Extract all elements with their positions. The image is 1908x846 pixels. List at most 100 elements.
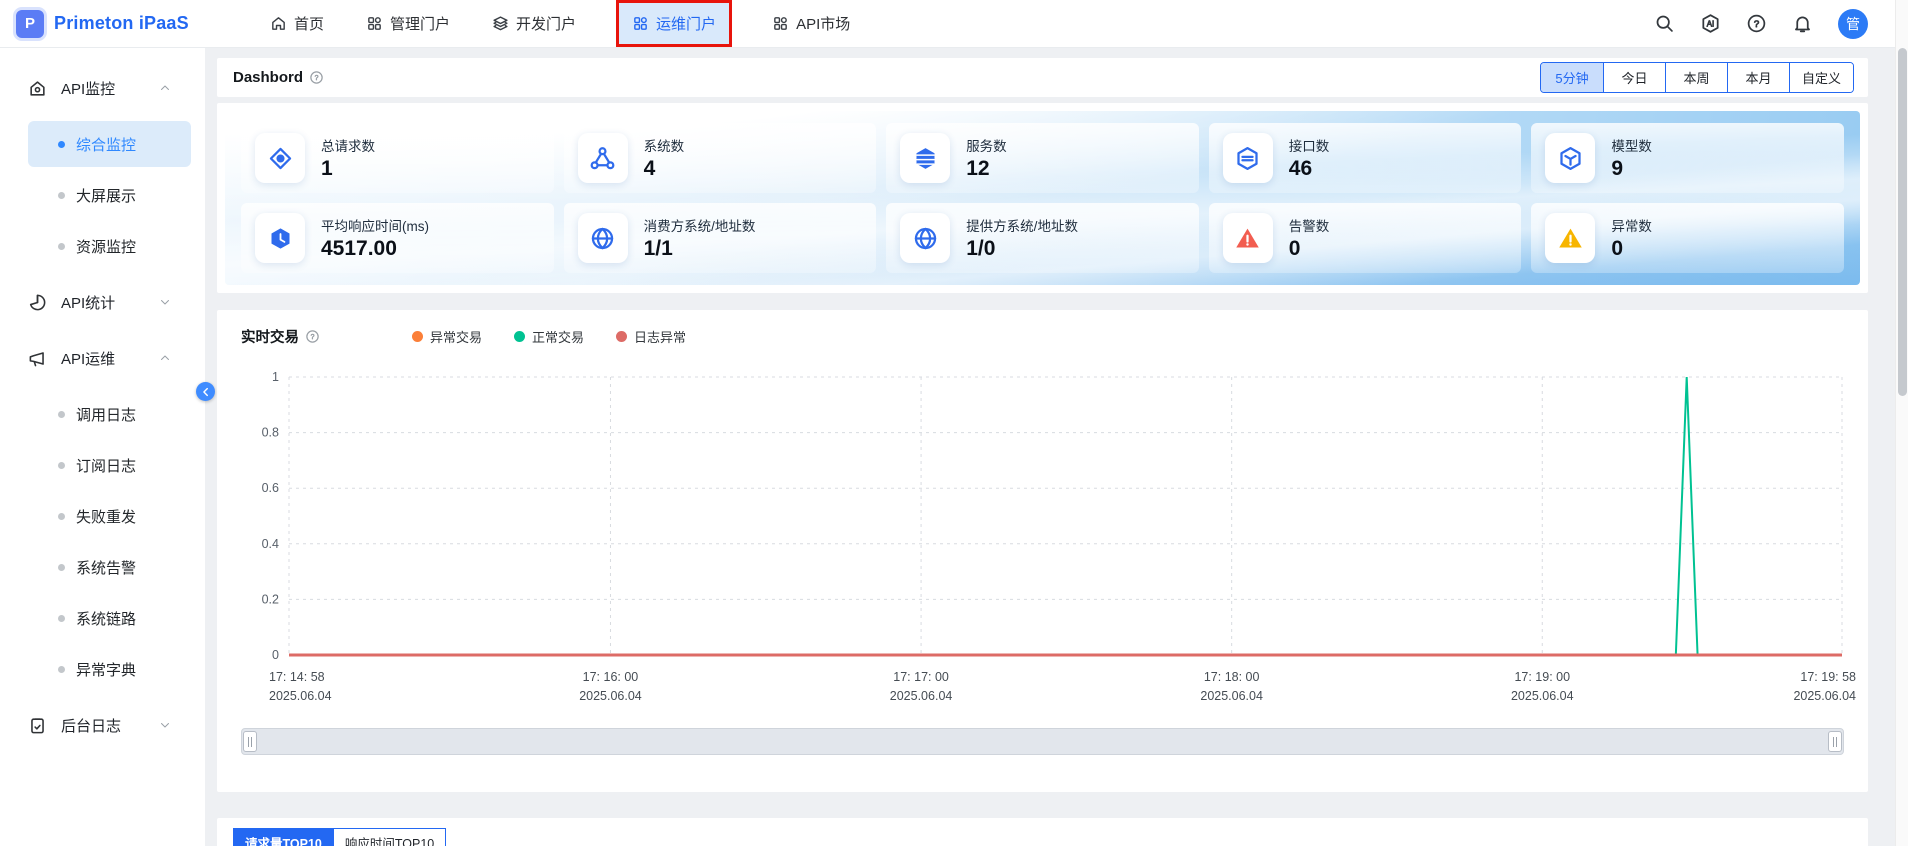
sidebar-item-resource-monitor[interactable]: 资源监控 [28, 223, 191, 269]
tab-response-top10[interactable]: 响应时间TOP10 [332, 828, 447, 846]
sidebar-collapse-toggle[interactable] [196, 382, 215, 401]
time-range-5[interactable]: 自定义 [1788, 63, 1853, 92]
x-axis-time-label: 17: 17: 00 [893, 670, 949, 684]
globe-icon [912, 225, 939, 252]
stat-value: 46 [1288, 157, 1313, 180]
datazoom-left-handle[interactable] [243, 731, 257, 752]
datazoom-slider[interactable] [241, 728, 1844, 755]
stat-icon-tile [577, 213, 628, 263]
bullet-dot-icon [58, 665, 65, 673]
sidebar-item-label: 失败重发 [76, 508, 137, 526]
stat-value: 4517.00 [321, 237, 397, 260]
sidebar-item-invoke-logs[interactable]: 调用日志 [28, 391, 191, 437]
bullet-dot-icon [58, 512, 65, 520]
search-icon[interactable] [1654, 13, 1675, 34]
nav-item-ops-portal[interactable]: 运维门户 [616, 0, 733, 47]
bullet-dot-icon [58, 563, 65, 571]
time-range-2[interactable]: 今日 [1602, 63, 1665, 92]
sidebar-item-subscribe-logs[interactable]: 订阅日志 [28, 442, 191, 488]
x-axis-date-label: 2025.06.04 [890, 689, 953, 703]
stat-card: 告警数 0 [1208, 203, 1522, 273]
legend-item-3[interactable]: 日志异常 [616, 327, 686, 346]
stat-text: 平均响应时间(ms) 4517.00 [321, 215, 429, 261]
nav-item-api-market[interactable]: API市场 [770, 0, 852, 47]
sidebar: API监控综合监控大屏展示资源监控 API统计 API运维调用日志订阅日志失败重发系… [0, 48, 205, 846]
stat-text: 异常数 0 [1611, 215, 1652, 261]
help-icon[interactable]: ? [1746, 13, 1767, 34]
clipboard-icon [28, 716, 47, 735]
page-scrollbar-track[interactable] [1895, 0, 1908, 846]
question-circle-icon[interactable]: ? [309, 70, 324, 85]
stat-icon-tile [1545, 133, 1596, 183]
chart-title: 实时交易 [241, 330, 299, 346]
requests-icon [267, 145, 294, 172]
stat-value: 1/1 [643, 237, 673, 260]
sidebar-item-system-alerts[interactable]: 系统告警 [28, 544, 191, 590]
nav-item-dev-portal[interactable]: 开发门户 [490, 0, 578, 47]
stat-value: 1 [321, 157, 333, 180]
time-range-3[interactable]: 本周 [1664, 63, 1727, 92]
sidebar-item-label: 异常字典 [76, 661, 137, 679]
sidebar-item-label: 订阅日志 [76, 457, 137, 475]
avatar[interactable]: 管 [1838, 8, 1868, 39]
top10-panel: 请求量TOP10 响应时间TOP10 [217, 818, 1868, 846]
sidebar-group-label: 后台日志 [61, 717, 122, 735]
stat-label: 接口数 [1288, 139, 1330, 154]
sidebar-group-backend-logs[interactable]: 后台日志 [0, 697, 205, 753]
stat-card: 服务数 12 [886, 123, 1199, 193]
interfaces-icon [1234, 145, 1261, 172]
sidebar-item-system-links[interactable]: 系统链路 [28, 595, 191, 641]
bullet-dot-icon [58, 461, 65, 469]
nav-item-admin-portal[interactable]: 管理门户 [364, 0, 452, 47]
sidebar-item-exception-dict[interactable]: 异常字典 [28, 646, 191, 692]
megaphone-icon [28, 349, 47, 368]
sidebar-item-label: 资源监控 [76, 238, 137, 256]
sidebar-item-label: 调用日志 [76, 406, 137, 424]
svg-text:?: ? [311, 334, 315, 341]
x-axis-date-label: 2025.06.04 [1793, 689, 1856, 703]
sidebar-item-failed-retry[interactable]: 失败重发 [28, 493, 191, 539]
nav-item-home[interactable]: 首页 [268, 0, 326, 47]
sidebar-group-api-ops[interactable]: API运维 [0, 330, 205, 386]
line-chart: 0 0.2 0.4 0.6 0.8 1 17: 14: 58 2025.06.04 17: 16… [227, 365, 1858, 720]
legend-item-2[interactable]: 正常交易 [514, 327, 584, 346]
page-scrollbar-thumb[interactable] [1898, 48, 1907, 396]
stat-text: 服务数 12 [966, 135, 1007, 181]
x-axis-time-label: 17: 19: 00 [1514, 670, 1570, 684]
brand-logo[interactable]: P Primeton iPaaS [0, 9, 226, 38]
sidebar-item-label: 系统链路 [76, 610, 137, 628]
nav-item-label: 开发门户 [516, 16, 577, 33]
sidebar-group-api-monitor[interactable]: API监控 [0, 60, 205, 116]
sidebar-item-label: 系统告警 [76, 559, 137, 577]
stat-value: 1/0 [966, 237, 996, 260]
stat-label: 系统数 [643, 139, 685, 154]
response-time-icon [267, 225, 294, 252]
sidebar-item-big-screen[interactable]: 大屏展示 [28, 172, 191, 218]
ai-icon[interactable]: AI [1700, 13, 1721, 34]
stat-icon-tile [255, 213, 305, 263]
x-axis-time-label: 17: 14: 58 [269, 670, 325, 684]
bell-icon[interactable] [1792, 13, 1813, 34]
datazoom-right-handle[interactable] [1828, 731, 1842, 752]
legend-item-1[interactable]: 异常交易 [412, 327, 482, 346]
stat-card: 提供方系统/地址数 1/0 [886, 203, 1199, 273]
legend-dot-icon [514, 331, 526, 342]
chevron-left-icon [201, 387, 211, 397]
stat-text: 总请求数 1 [321, 135, 375, 181]
services-icon [912, 145, 939, 172]
tab-requests-top10[interactable]: 请求量TOP10 [233, 828, 334, 846]
x-axis-time-label: 17: 19: 58 [1800, 670, 1856, 684]
time-range-1[interactable]: 5分钟 [1540, 63, 1603, 92]
legend-dot-icon [412, 331, 423, 342]
stat-card: 异常数 0 [1531, 203, 1844, 273]
x-axis-date-label: 2025.06.04 [269, 689, 332, 703]
alert-triangle-icon [1234, 225, 1261, 252]
time-range-4[interactable]: 本月 [1726, 63, 1789, 92]
chart-plot-area: 0 0.2 0.4 0.6 0.8 1 17: 14: 58 2025.06.04 17: 16… [262, 370, 1856, 703]
stat-value: 9 [1611, 157, 1624, 180]
chart-legend: 异常交易 正常交易 日志异常 [412, 327, 686, 346]
sidebar-item-overview-monitor[interactable]: 综合监控 [28, 121, 191, 167]
question-circle-icon[interactable]: ? [305, 329, 320, 344]
sidebar-group-api-stats[interactable]: API统计 [0, 274, 205, 330]
x-axis-date-label: 2025.06.04 [1200, 689, 1263, 703]
